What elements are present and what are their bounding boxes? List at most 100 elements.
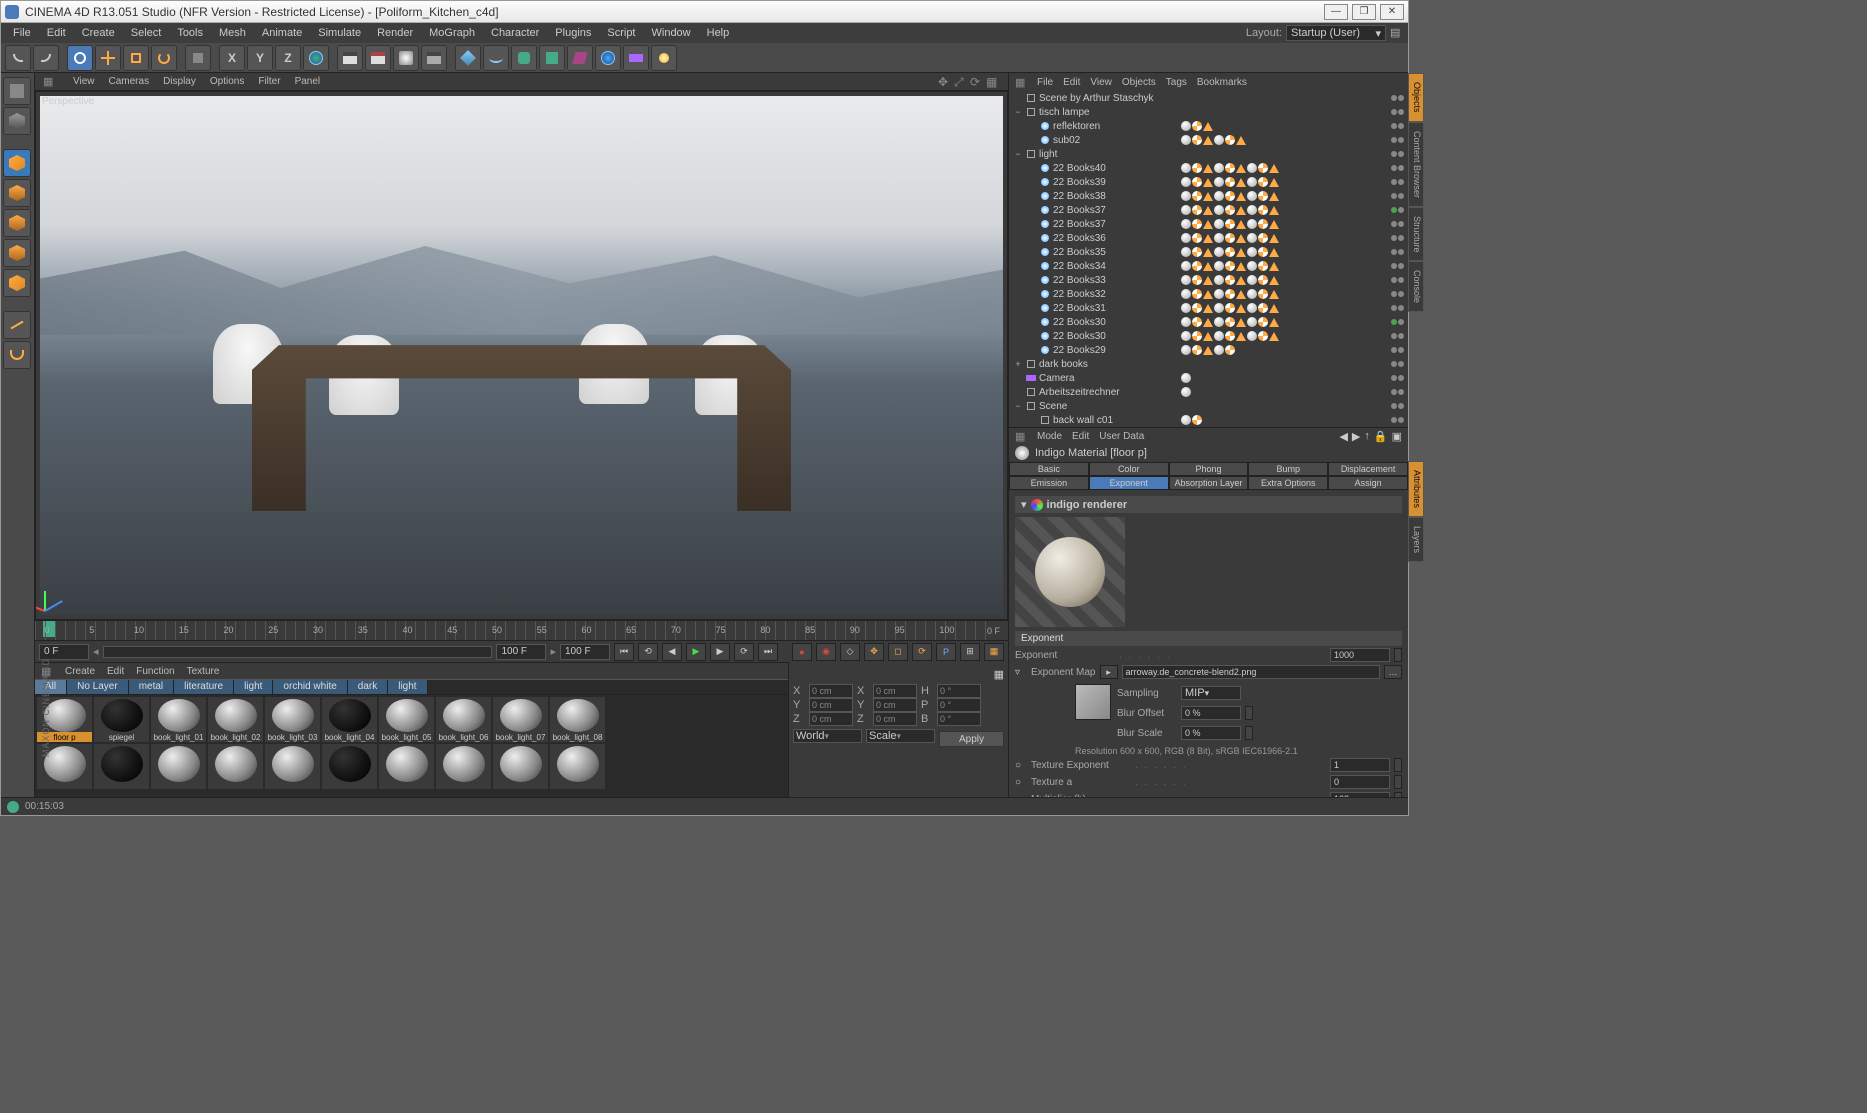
mat-tab-dark[interactable]: dark: [348, 680, 388, 694]
object-tree[interactable]: Scene by Arthur Staschyk−tisch lamperefl…: [1009, 91, 1408, 427]
mat-menu-create[interactable]: Create: [65, 666, 95, 677]
tree-expand-icon[interactable]: [1013, 387, 1023, 397]
prev-key-button[interactable]: ⟲: [638, 643, 658, 661]
attr-menu-mode[interactable]: Mode: [1037, 431, 1062, 442]
coord-config-icon[interactable]: ▦: [994, 668, 1004, 681]
maximize-button[interactable]: ❐: [1352, 4, 1376, 20]
tree-item[interactable]: 22 Books37: [1009, 203, 1408, 217]
attr-tab-assign[interactable]: Assign: [1328, 476, 1408, 490]
menu-help[interactable]: Help: [699, 25, 738, 41]
vp-move-icon[interactable]: ✥: [938, 75, 952, 89]
move-button[interactable]: [95, 45, 121, 71]
tree-expand-icon[interactable]: [1027, 345, 1037, 355]
attr-tab-displacement[interactable]: Displacement: [1328, 462, 1408, 476]
vp-zoom-icon[interactable]: ⤢: [954, 75, 968, 89]
rot-key-button[interactable]: ⟳: [912, 643, 932, 661]
scale-dropdown[interactable]: Scale ▾: [866, 729, 935, 743]
collapse-icon[interactable]: ▾: [1021, 498, 1027, 511]
material-slot[interactable]: book_light_01: [151, 697, 206, 742]
end-frame-field[interactable]: 100 F: [496, 644, 546, 660]
material-slot[interactable]: [550, 744, 605, 789]
snap-button[interactable]: [3, 341, 31, 369]
tree-expand-icon[interactable]: [1027, 303, 1037, 313]
coord-system-button[interactable]: [303, 45, 329, 71]
tree-item[interactable]: reflektoren: [1009, 119, 1408, 133]
tree-item[interactable]: 22 Books30: [1009, 315, 1408, 329]
tree-expand-icon[interactable]: [1027, 261, 1037, 271]
exponent-map-field[interactable]: arroway.de_concrete-blend2.png: [1122, 665, 1381, 679]
menu-mesh[interactable]: Mesh: [211, 25, 254, 41]
obj-menu-tags[interactable]: Tags: [1166, 77, 1187, 88]
vp-menu-view[interactable]: View: [73, 76, 95, 87]
tree-item[interactable]: 22 Books31: [1009, 301, 1408, 315]
mat-tab-light[interactable]: light: [234, 680, 273, 694]
attr-tab-exponent[interactable]: Exponent: [1089, 476, 1169, 490]
menu-create[interactable]: Create: [74, 25, 123, 41]
pos-y-field[interactable]: 0 cm: [809, 698, 853, 712]
axis-mode-button[interactable]: [3, 311, 31, 339]
edge-mode-button[interactable]: [3, 209, 31, 237]
undo-button[interactable]: [5, 45, 31, 71]
material-slot[interactable]: book_light_06: [436, 697, 491, 742]
timeline-ruler[interactable]: 0510152025303540455055606570758085909510…: [35, 620, 1008, 640]
pla-key-button[interactable]: ⊞: [960, 643, 980, 661]
tree-expand-icon[interactable]: +: [1013, 359, 1023, 369]
tree-expand-icon[interactable]: [1027, 121, 1037, 131]
material-slot[interactable]: book_light_03: [265, 697, 320, 742]
attr-tab-extra-options[interactable]: Extra Options: [1248, 476, 1328, 490]
tree-expand-icon[interactable]: [1027, 317, 1037, 327]
apply-button[interactable]: Apply: [939, 731, 1004, 747]
obj-config-icon[interactable]: ▦: [1015, 76, 1027, 89]
mat-menu-function[interactable]: Function: [136, 666, 174, 677]
attr-tab-emission[interactable]: Emission: [1009, 476, 1089, 490]
menu-plugins[interactable]: Plugins: [547, 25, 599, 41]
tree-item[interactable]: 22 Books37: [1009, 217, 1408, 231]
content-browser-tab[interactable]: Content Browser: [1408, 122, 1424, 207]
polygon-mode-button[interactable]: [3, 239, 31, 267]
tree-item[interactable]: 22 Books34: [1009, 259, 1408, 273]
add-nurbs-button[interactable]: [511, 45, 537, 71]
tree-expand-icon[interactable]: [1027, 331, 1037, 341]
material-slot[interactable]: [493, 744, 548, 789]
tree-expand-icon[interactable]: [1027, 415, 1037, 425]
tree-expand-icon[interactable]: −: [1013, 401, 1023, 411]
current-frame-field[interactable]: 100 F: [560, 644, 610, 660]
tree-expand-icon[interactable]: [1027, 219, 1037, 229]
z-axis-button[interactable]: Z: [275, 45, 301, 71]
vp-rotate-icon[interactable]: ⟳: [970, 75, 984, 89]
vp-config-icon[interactable]: ▦: [43, 75, 59, 88]
vp-layout-icon[interactable]: ▦: [986, 75, 1000, 89]
tree-item[interactable]: Arbeitszeitrechner: [1009, 385, 1408, 399]
blur-offset-field[interactable]: 0 %: [1181, 706, 1241, 720]
tree-expand-icon[interactable]: [1027, 135, 1037, 145]
options-button[interactable]: ▦: [984, 643, 1004, 661]
attr-tab-color[interactable]: Color: [1089, 462, 1169, 476]
tree-item[interactable]: 22 Books35: [1009, 245, 1408, 259]
tree-item[interactable]: sub02: [1009, 133, 1408, 147]
prev-frame-button[interactable]: ◀: [662, 643, 682, 661]
add-light-button[interactable]: [651, 45, 677, 71]
tree-item[interactable]: 22 Books38: [1009, 189, 1408, 203]
time-slider[interactable]: [103, 646, 493, 658]
goto-end-button[interactable]: ⏭: [758, 643, 778, 661]
add-camera-button[interactable]: [623, 45, 649, 71]
render-view-button[interactable]: [337, 45, 363, 71]
rot-p-field[interactable]: 0 °: [937, 698, 981, 712]
mat-tab-no-layer[interactable]: No Layer: [67, 680, 129, 694]
menu-window[interactable]: Window: [644, 25, 699, 41]
next-key-button[interactable]: ⟳: [734, 643, 754, 661]
add-cube-button[interactable]: [455, 45, 481, 71]
tree-expand-icon[interactable]: [1013, 93, 1023, 103]
add-spline-button[interactable]: [483, 45, 509, 71]
world-dropdown[interactable]: World ▾: [793, 729, 862, 743]
scale-key-button[interactable]: ◻: [888, 643, 908, 661]
mat-tab-orchid-white[interactable]: orchid white: [273, 680, 347, 694]
attr-tab-basic[interactable]: Basic: [1009, 462, 1089, 476]
obj-menu-objects[interactable]: Objects: [1122, 77, 1156, 88]
attr-new-icon[interactable]: ▣: [1392, 430, 1402, 443]
render-region-button[interactable]: [365, 45, 391, 71]
attr-config-icon[interactable]: ▦: [1015, 430, 1027, 443]
tree-expand-icon[interactable]: [1027, 289, 1037, 299]
tree-expand-icon[interactable]: [1027, 191, 1037, 201]
attr-tab-absorption-layer[interactable]: Absorption Layer: [1169, 476, 1249, 490]
